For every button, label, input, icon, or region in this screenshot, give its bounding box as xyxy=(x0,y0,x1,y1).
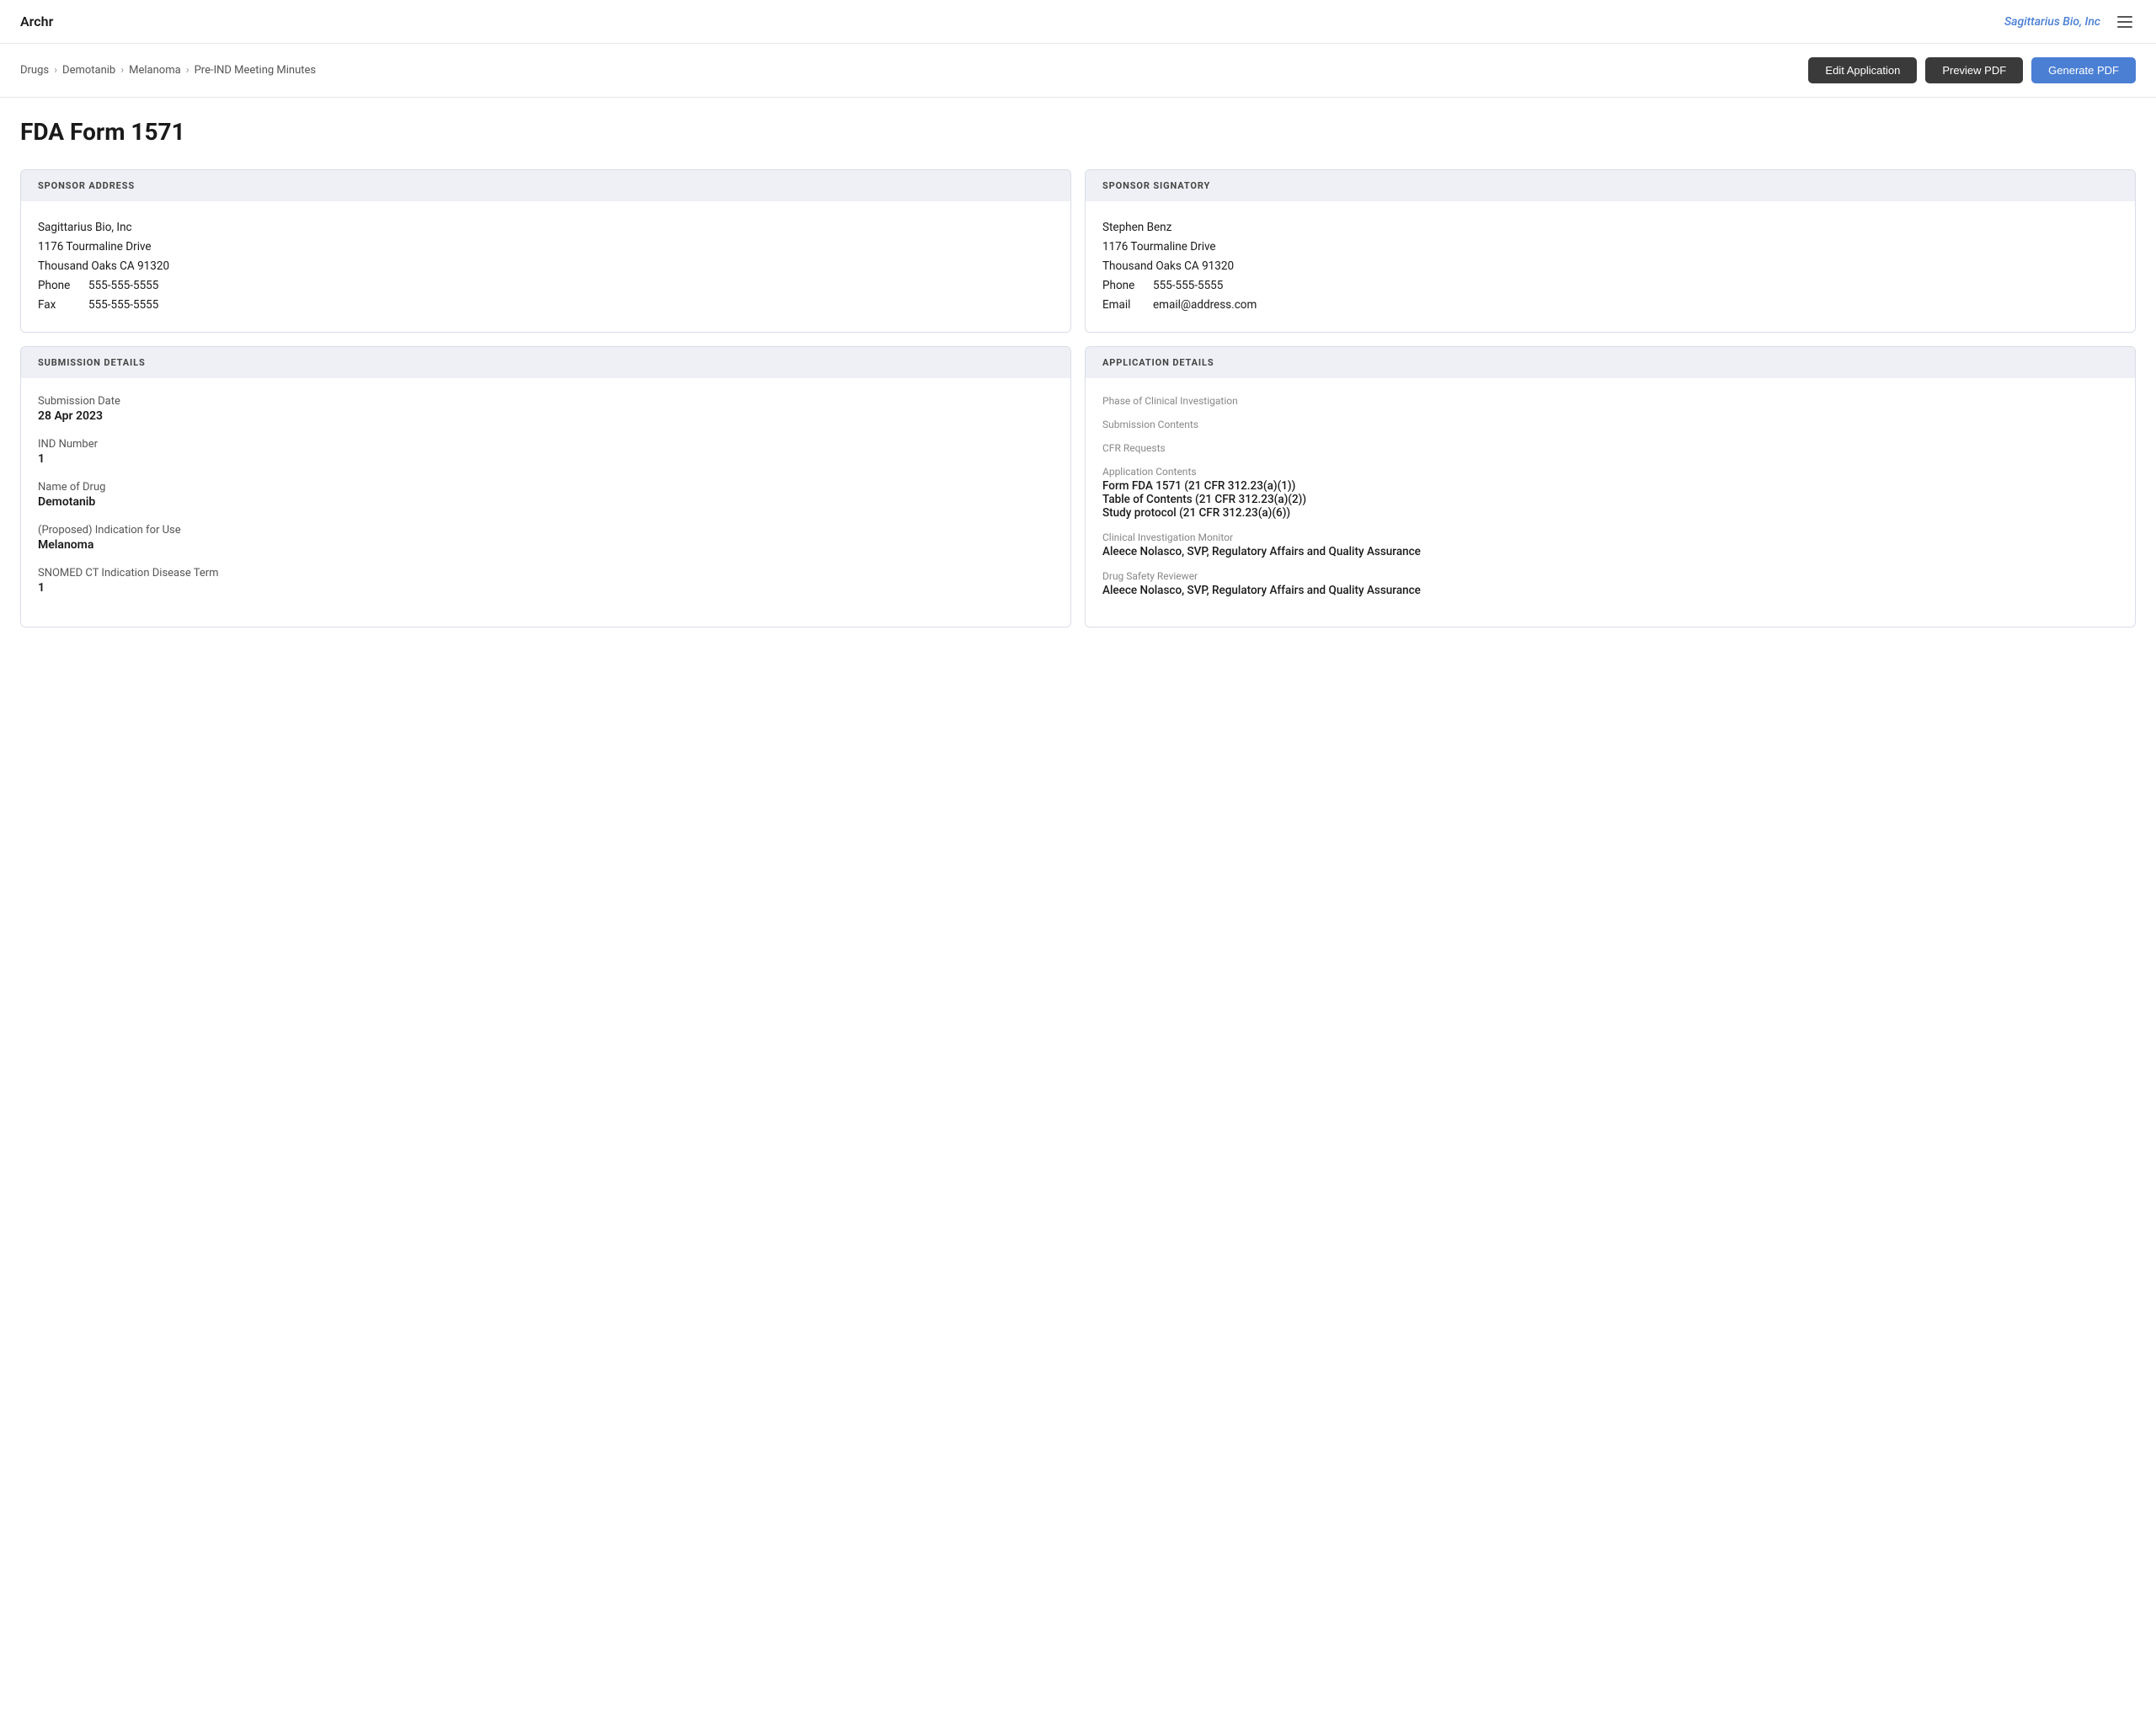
monitor-value: Aleece Nolasco, SVP, Regulatory Affairs … xyxy=(1102,545,2118,558)
signatory-email-row: Email email@address.com xyxy=(1102,296,2118,315)
drug-name-item: Name of Drug Demotanib xyxy=(38,481,1054,509)
top-bar: Drugs › Demotanib › Melanoma › Pre-IND M… xyxy=(0,44,2156,98)
sponsor-address2: Thousand Oaks CA 91320 xyxy=(38,257,1054,276)
monitor-item: Clinical Investigation Monitor Aleece No… xyxy=(1102,531,2118,558)
company-name: Sagittarius Bio, Inc xyxy=(2004,15,2100,29)
breadcrumb-drugs[interactable]: Drugs xyxy=(20,64,49,77)
sponsor-address-body: Sagittarius Bio, Inc 1176 Tourmaline Dri… xyxy=(21,201,1070,332)
sponsor-name: Sagittarius Bio, Inc xyxy=(38,218,1054,238)
drug-name-value: Demotanib xyxy=(38,495,1054,509)
app-contents-value-2: Table of Contents (21 CFR 312.23(a)(2)) xyxy=(1102,493,2118,506)
sponsor-address1: 1176 Tourmaline Drive xyxy=(38,238,1054,257)
sponsor-signatory-header: SPONSOR SIGNATORY xyxy=(1086,170,2135,201)
ind-number-value: 1 xyxy=(38,452,1054,466)
reviewer-value: Aleece Nolasco, SVP, Regulatory Affairs … xyxy=(1102,584,2118,597)
sponsor-fax-label: Fax xyxy=(38,296,88,315)
page-title: FDA Form 1571 xyxy=(20,118,2136,146)
edit-application-button[interactable]: Edit Application xyxy=(1808,57,1917,83)
signatory-phone-label: Phone xyxy=(1102,276,1153,296)
phase-item: Phase of Clinical Investigation xyxy=(1102,395,2118,407)
breadcrumb-minutes[interactable]: Pre-IND Meeting Minutes xyxy=(195,64,317,77)
reviewer-item: Drug Safety Reviewer Aleece Nolasco, SVP… xyxy=(1102,570,2118,597)
breadcrumb-demotanib[interactable]: Demotanib xyxy=(62,64,115,77)
snomed-label: SNOMED CT Indication Disease Term xyxy=(38,567,1054,579)
sponsor-address-card: SPONSOR ADDRESS Sagittarius Bio, Inc 117… xyxy=(20,169,1071,333)
snomed-value: 1 xyxy=(38,581,1054,595)
sponsor-phone-label: Phone xyxy=(38,276,88,296)
submission-date-label: Submission Date xyxy=(38,395,1054,408)
signatory-address1: 1176 Tourmaline Drive xyxy=(1102,238,2118,257)
sponsor-address-header: SPONSOR ADDRESS xyxy=(21,170,1070,201)
sponsor-phone-row: Phone 555-555-5555 xyxy=(38,276,1054,296)
submission-contents-item: Submission Contents xyxy=(1102,419,2118,430)
address-block: Sagittarius Bio, Inc 1176 Tourmaline Dri… xyxy=(38,218,1054,315)
submission-details-card: SUBMISSION DETAILS Submission Date 28 Ap… xyxy=(20,346,1071,628)
app-contents-label: Application Contents xyxy=(1102,466,2118,478)
signatory-block: Stephen Benz 1176 Tourmaline Drive Thous… xyxy=(1102,218,2118,315)
menu-icon[interactable] xyxy=(2114,13,2136,31)
sponsor-phone-value: 555-555-5555 xyxy=(88,276,158,296)
submission-details-body: Submission Date 28 Apr 2023 IND Number 1… xyxy=(21,378,1070,627)
signatory-email-label: Email xyxy=(1102,296,1153,315)
sep-1: › xyxy=(54,64,57,77)
cfr-requests-item: CFR Requests xyxy=(1102,442,2118,454)
indication-value: Melanoma xyxy=(38,538,1054,552)
indication-item: (Proposed) Indication for Use Melanoma xyxy=(38,524,1054,552)
application-details-card: APPLICATION DETAILS Phase of Clinical In… xyxy=(1085,346,2136,628)
generate-pdf-button[interactable]: Generate PDF xyxy=(2031,57,2136,83)
sponsor-fax-value: 555-555-5555 xyxy=(88,296,158,315)
app-contents-value-1: Form FDA 1571 (21 CFR 312.23(a)(1)) xyxy=(1102,479,2118,493)
action-buttons: Edit Application Preview PDF Generate PD… xyxy=(1808,57,2136,83)
submission-contents-label: Submission Contents xyxy=(1102,419,2118,430)
submission-date-item: Submission Date 28 Apr 2023 xyxy=(38,395,1054,423)
cards-grid: SPONSOR ADDRESS Sagittarius Bio, Inc 117… xyxy=(20,169,2136,628)
indication-label: (Proposed) Indication for Use xyxy=(38,524,1054,537)
page-content: FDA Form 1571 SPONSOR ADDRESS Sagittariu… xyxy=(0,98,2156,648)
signatory-email-value: email@address.com xyxy=(1153,296,1257,315)
breadcrumb: Drugs › Demotanib › Melanoma › Pre-IND M… xyxy=(20,64,316,77)
submission-details-header: SUBMISSION DETAILS xyxy=(21,347,1070,378)
sep-3: › xyxy=(186,64,189,77)
submission-date-value: 28 Apr 2023 xyxy=(38,409,1054,423)
drug-name-label: Name of Drug xyxy=(38,481,1054,494)
cfr-requests-label: CFR Requests xyxy=(1102,442,2118,454)
sponsor-signatory-body: Stephen Benz 1176 Tourmaline Drive Thous… xyxy=(1086,201,2135,332)
application-details-header: APPLICATION DETAILS xyxy=(1086,347,2135,378)
app-contents-value-3: Study protocol (21 CFR 312.23(a)(6)) xyxy=(1102,506,2118,520)
navbar-right: Sagittarius Bio, Inc xyxy=(2004,13,2136,31)
sep-2: › xyxy=(120,64,124,77)
breadcrumb-melanoma[interactable]: Melanoma xyxy=(129,64,181,77)
app-brand: Archr xyxy=(20,13,53,29)
signatory-phone-row: Phone 555-555-5555 xyxy=(1102,276,2118,296)
reviewer-label: Drug Safety Reviewer xyxy=(1102,570,2118,582)
application-details-body: Phase of Clinical Investigation Submissi… xyxy=(1086,378,2135,626)
sponsor-signatory-card: SPONSOR SIGNATORY Stephen Benz 1176 Tour… xyxy=(1085,169,2136,333)
navbar: Archr Sagittarius Bio, Inc xyxy=(0,0,2156,44)
snomed-item: SNOMED CT Indication Disease Term 1 xyxy=(38,567,1054,595)
signatory-address2: Thousand Oaks CA 91320 xyxy=(1102,257,2118,276)
sponsor-fax-row: Fax 555-555-5555 xyxy=(38,296,1054,315)
ind-number-item: IND Number 1 xyxy=(38,438,1054,466)
ind-number-label: IND Number xyxy=(38,438,1054,451)
signatory-phone-value: 555-555-5555 xyxy=(1153,276,1223,296)
preview-pdf-button[interactable]: Preview PDF xyxy=(1925,57,2023,83)
signatory-name: Stephen Benz xyxy=(1102,218,2118,238)
app-contents-item: Application Contents Form FDA 1571 (21 C… xyxy=(1102,466,2118,520)
phase-label: Phase of Clinical Investigation xyxy=(1102,395,2118,407)
monitor-label: Clinical Investigation Monitor xyxy=(1102,531,2118,543)
